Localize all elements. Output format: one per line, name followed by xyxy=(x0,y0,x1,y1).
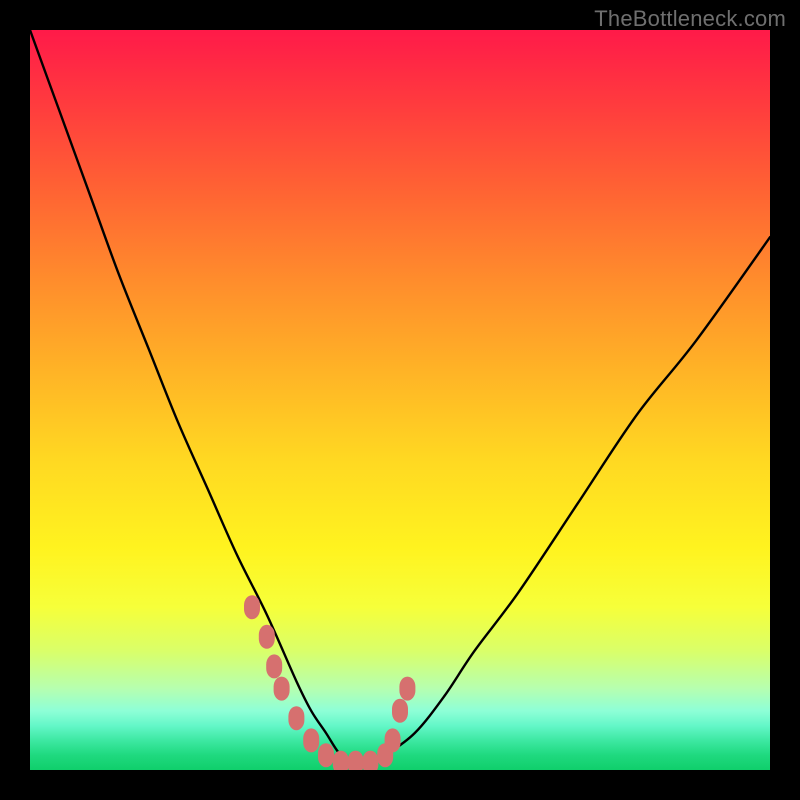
watermark-text: TheBottleneck.com xyxy=(594,6,786,32)
chart-gradient-background xyxy=(30,30,770,770)
chart-stage: TheBottleneck.com xyxy=(0,0,800,800)
